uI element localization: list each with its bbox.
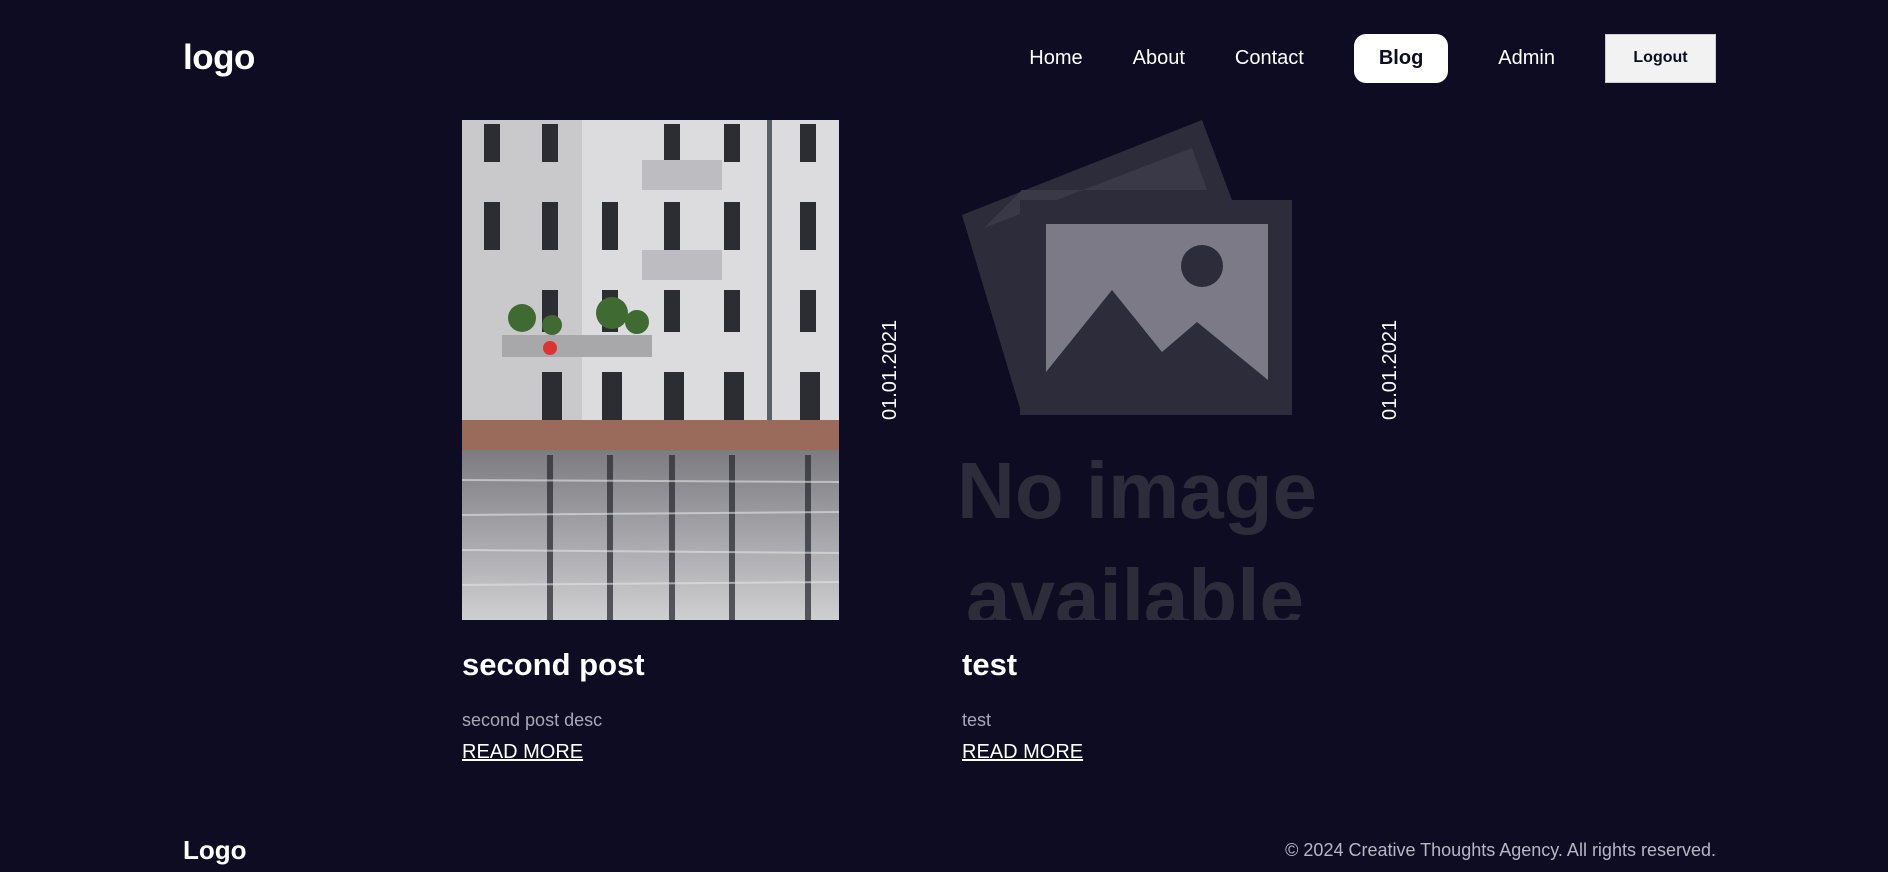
no-image-icon: No image available <box>962 120 1317 620</box>
placeholder-text-line-1: No image <box>962 446 1317 535</box>
post-description: test <box>962 710 992 730</box>
nav-about[interactable]: About <box>1108 34 1210 82</box>
read-more-link[interactable]: READ MORE <box>962 741 1083 764</box>
site-footer: Logo © 2024 Creative Thoughts Agency. Al… <box>183 835 1716 866</box>
post-date: 01.01.2021 <box>1379 319 1401 420</box>
copyright-text: © 2024 Creative Thoughts Agency. All rig… <box>1285 840 1716 860</box>
building-photo <box>462 120 839 620</box>
page: logo Home About Contact Blog Admin Logou… <box>0 0 1888 872</box>
main-nav: Home About Contact Blog Admin Logout <box>1004 33 1716 83</box>
post-card: No image available 01.01.2021 test test … <box>962 120 1482 764</box>
footer-logo: Logo <box>183 835 247 865</box>
logout-button[interactable]: Logout <box>1605 33 1716 83</box>
post-description: second post desc <box>462 710 603 730</box>
post-date: 01.01.2021 <box>879 319 901 420</box>
read-more-link[interactable]: READ MORE <box>462 741 583 764</box>
post-image[interactable] <box>462 120 839 620</box>
nav-home[interactable]: Home <box>1004 34 1107 82</box>
site-header: logo Home About Contact Blog Admin Logou… <box>183 33 1716 83</box>
post-image[interactable]: No image available <box>962 120 1339 620</box>
nav-admin[interactable]: Admin <box>1473 34 1580 82</box>
placeholder-text-line-2: available <box>966 553 1304 620</box>
post-card: 01.01.2021 second post second post desc … <box>462 120 982 764</box>
post-title: second post <box>462 647 645 682</box>
nav-contact[interactable]: Contact <box>1210 34 1329 82</box>
nav-blog[interactable]: Blog <box>1353 33 1449 83</box>
post-title: test <box>962 647 1018 682</box>
site-logo[interactable]: logo <box>183 38 255 78</box>
